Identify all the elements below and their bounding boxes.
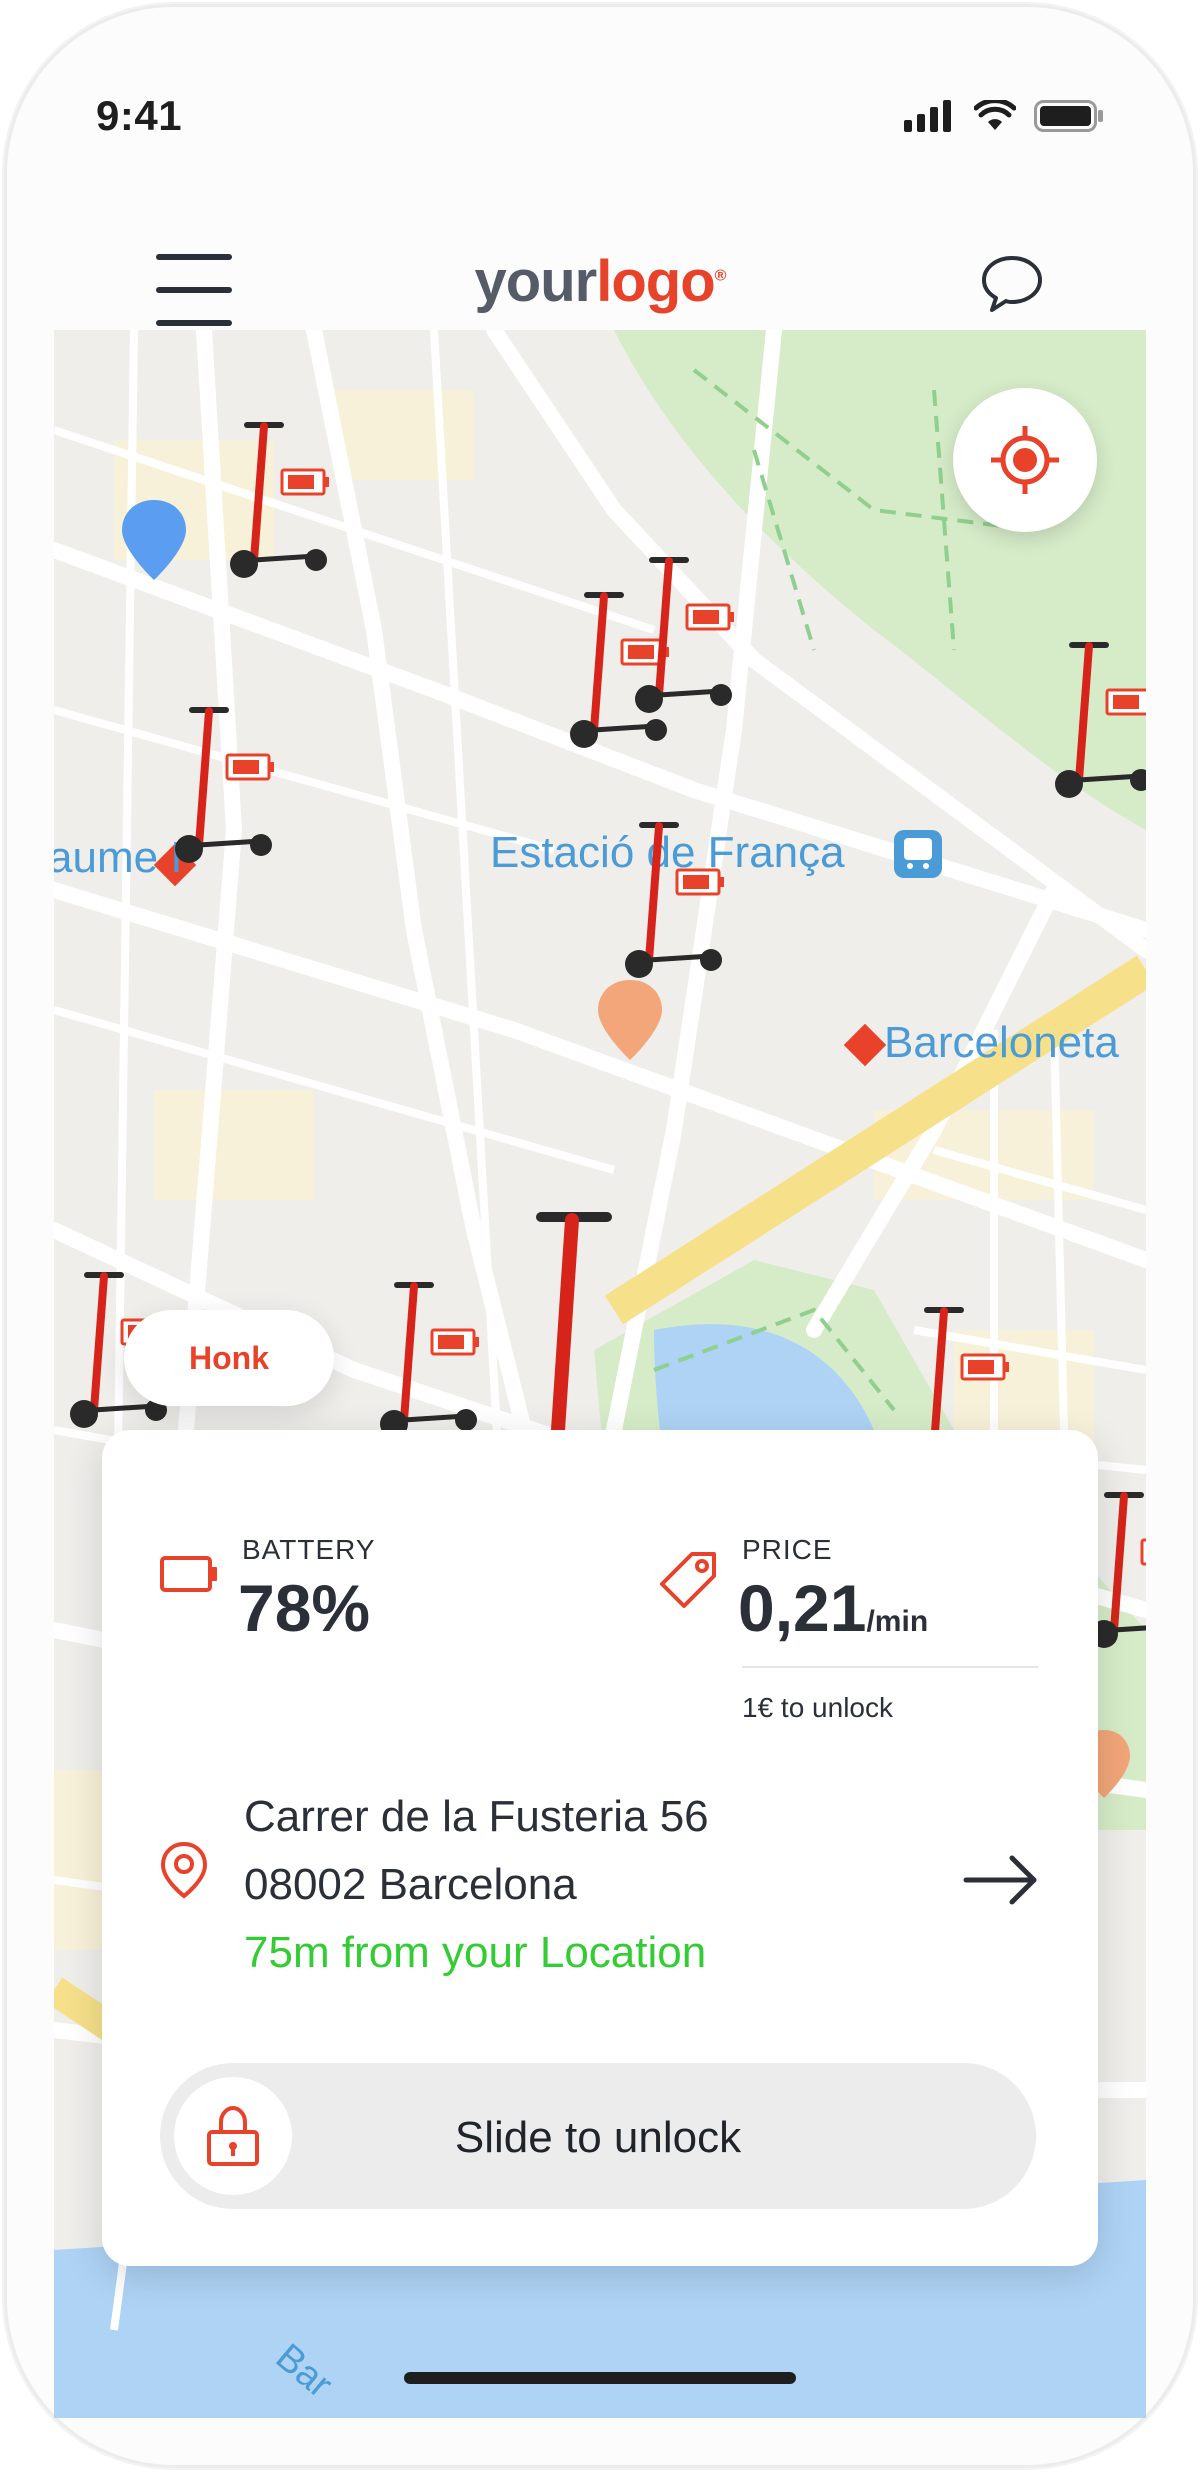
scooter-marker[interactable] bbox=[629, 555, 759, 715]
status-icons bbox=[904, 100, 1104, 132]
logo-mark: ® bbox=[714, 267, 727, 285]
scooter-marker[interactable] bbox=[169, 705, 299, 865]
address-city: 08002 Barcelona bbox=[244, 1860, 577, 1909]
price-tag-icon bbox=[660, 1552, 716, 1608]
price-unit: /min bbox=[866, 1605, 929, 1638]
chat-button[interactable] bbox=[980, 252, 1050, 322]
locate-button[interactable] bbox=[953, 388, 1097, 532]
location-pin-icon bbox=[160, 1841, 208, 1899]
battery-label: BATTERY bbox=[242, 1534, 376, 1565]
scooter-marker[interactable] bbox=[619, 820, 749, 980]
battery-badge-icon bbox=[280, 468, 329, 496]
battery-badge-icon bbox=[1105, 688, 1146, 716]
unlock-fee: 1€ to unlock bbox=[742, 1692, 893, 1723]
locate-icon bbox=[991, 426, 1059, 494]
chat-icon bbox=[982, 256, 1042, 312]
battery-icon bbox=[160, 1556, 217, 1592]
battery-status-icon bbox=[1034, 100, 1103, 132]
wifi-icon bbox=[974, 100, 1016, 130]
menu-icon-bar bbox=[156, 320, 232, 326]
scooter-marker[interactable] bbox=[224, 420, 354, 580]
battery-value: 78% bbox=[238, 1571, 371, 1645]
scooter-marker[interactable] bbox=[374, 1280, 504, 1440]
slider-label: Slide to unlock bbox=[454, 2113, 742, 2162]
battery-badge-icon bbox=[225, 753, 274, 781]
arrow-right-icon bbox=[963, 1855, 1037, 1905]
battery-badge-icon bbox=[1140, 1538, 1146, 1566]
battery-badge-icon bbox=[430, 1328, 479, 1356]
price-divider bbox=[742, 1666, 1038, 1668]
map-label-jaume: aume I bbox=[54, 833, 183, 882]
scooter-info-card: BATTERY 78% PRICE 0,21/min 1€ to unlock … bbox=[102, 1430, 1098, 2266]
battery-badge-icon bbox=[685, 603, 734, 631]
signal-icon bbox=[904, 100, 951, 132]
battery-badge-icon bbox=[960, 1353, 1009, 1381]
price-label: PRICE bbox=[742, 1534, 833, 1565]
battery-badge-icon bbox=[675, 868, 724, 896]
honk-button[interactable]: Honk bbox=[124, 1310, 334, 1406]
home-indicator bbox=[404, 2372, 796, 2384]
status-time: 9:41 bbox=[96, 92, 183, 139]
address-distance: 75m from your Location bbox=[244, 1928, 707, 1977]
price-value: 0,21/min bbox=[738, 1570, 928, 1646]
directions-button[interactable] bbox=[962, 1850, 1042, 1910]
train-station-icon bbox=[894, 830, 942, 878]
price-amount: 0,21 bbox=[738, 1571, 867, 1645]
scooter-marker[interactable] bbox=[1049, 640, 1146, 800]
map-label-barceloneta: Barceloneta bbox=[884, 1018, 1119, 1067]
logo-part2: logo bbox=[596, 249, 715, 314]
slide-to-unlock[interactable]: Slide to unlock bbox=[160, 2063, 1036, 2209]
logo-part1: your bbox=[474, 249, 598, 314]
address-street: Carrer de la Fusteria 56 bbox=[244, 1792, 709, 1841]
